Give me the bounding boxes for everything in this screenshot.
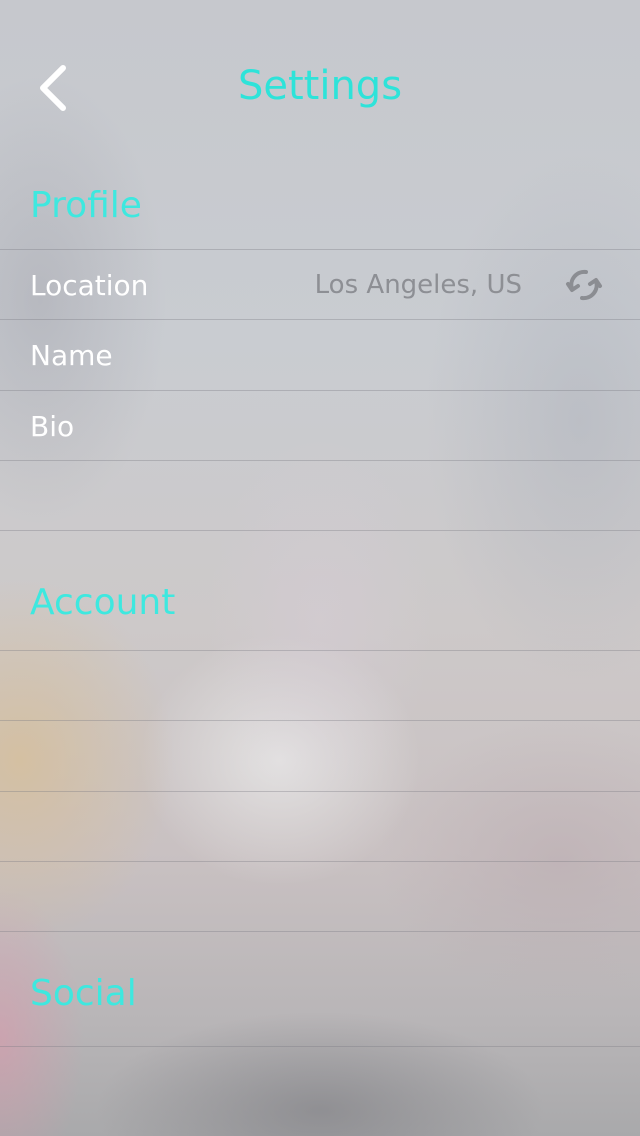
account-row[interactable] (0, 862, 640, 932)
refresh-location-button[interactable] (562, 263, 606, 307)
social-row[interactable] (0, 1047, 640, 1117)
location-row[interactable]: Location Los Angeles, US (0, 250, 640, 320)
location-label: Location (30, 268, 149, 302)
divider (0, 931, 640, 932)
name-label: Name (30, 338, 113, 372)
section-title-profile: Profile (30, 185, 142, 226)
settings-screen: Settings Profile Location Los Angeles, U… (0, 0, 640, 1136)
account-row[interactable] (0, 792, 640, 862)
section-title-account: Account (30, 582, 176, 623)
bio-row[interactable]: Bio (0, 391, 640, 461)
account-row[interactable] (0, 651, 640, 721)
empty-row[interactable] (0, 461, 640, 531)
page-title: Settings (237, 63, 403, 109)
account-row[interactable] (0, 721, 640, 791)
refresh-icon (566, 269, 602, 301)
location-value: Los Angeles, US (314, 270, 522, 300)
name-row[interactable]: Name (0, 320, 640, 390)
divider (0, 530, 640, 531)
bio-label: Bio (30, 409, 75, 443)
section-title-social: Social (30, 973, 137, 1014)
